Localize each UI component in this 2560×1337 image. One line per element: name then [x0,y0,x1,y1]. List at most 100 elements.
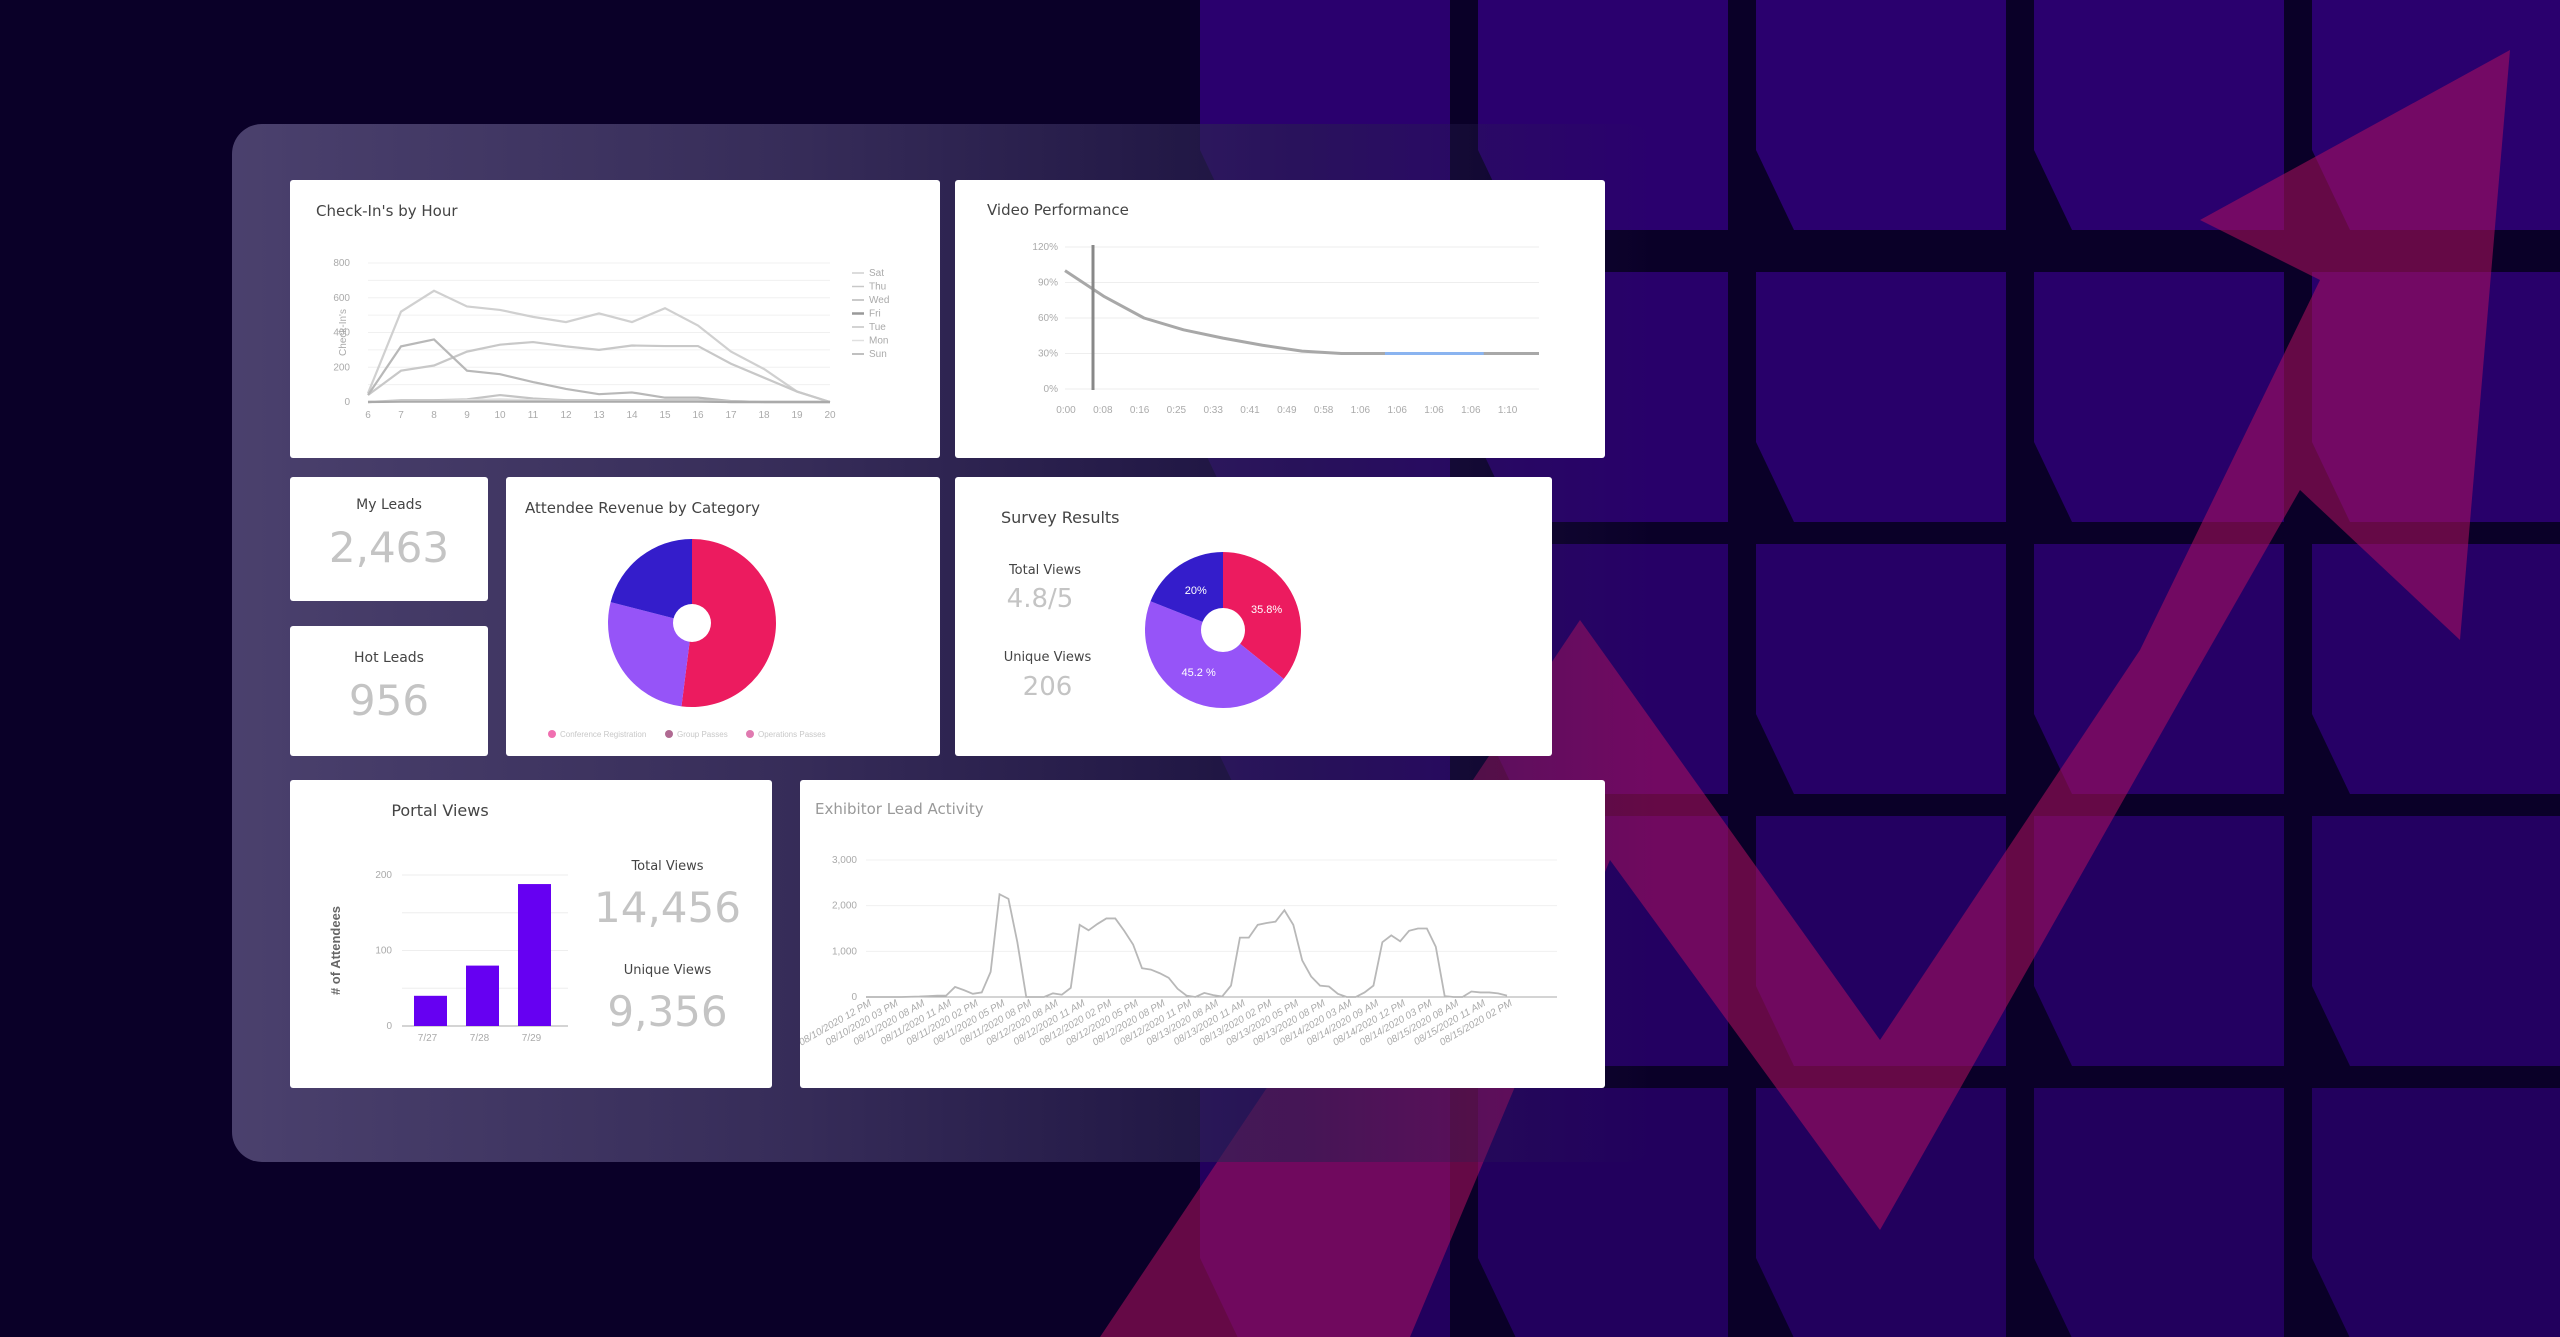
y-tick-label: 600 [333,293,350,304]
x-tick-label: 7 [398,410,404,421]
background-tile [2312,1088,2560,1337]
survey-slice-label: 45.2 % [1182,667,1216,679]
x-tick-label: 13 [593,410,605,421]
revenue-title: Attendee Revenue by Category [525,499,761,517]
y-tick-label: 0 [386,1021,392,1032]
survey-slice-label: 20% [1185,585,1207,597]
x-tick-label: 1:06 [1424,405,1444,416]
video-title: Video Performance [987,201,1129,219]
x-tick-label: 1:06 [1351,405,1371,416]
x-tick-label: 7/27 [418,1033,438,1044]
x-tick-label: 7/28 [470,1033,490,1044]
y-tick-label: 0 [344,397,350,408]
background-tile [1756,0,2006,230]
y-tick-label: 2,000 [832,901,857,912]
legend-label: Group Passes [677,730,728,739]
series-line-thu [367,340,831,404]
survey-title: Survey Results [1001,508,1120,527]
background-tile [1756,272,2006,522]
y-axis-label: # of Attendees [328,906,343,995]
x-tick-label: 11 [528,410,539,421]
video-chart: 0% 30% 60% 90% 120% 0:00 0:08 0:16 0:25 0:33 0:41 0… [1032,242,1539,416]
legend-dot [665,730,673,738]
revenue-card: Attendee Revenue by Category Conference … [506,477,940,756]
x-tick-label: 0:33 [1203,405,1223,416]
x-tick-label: 1:06 [1387,405,1407,416]
revenue-chart: Conference Registration Group Passes Opera… [548,539,826,739]
background-tile [2312,816,2560,1066]
background-tile [2034,1088,2284,1337]
legend-label: Mon [869,336,888,347]
legend-label: Operations Passes [758,730,826,739]
y-tick-label: 30% [1038,349,1058,360]
survey-card: Survey Results Total Views 4.8/5 Unique … [955,477,1552,756]
y-tick-label: 200 [375,870,392,881]
x-tick-label: 9 [464,410,470,421]
checkins-chart: 02004006008006 7 8 9 10 11 12 13 14 15 16 17 18 19 20C… [333,258,889,421]
x-tick-label: 0:08 [1093,405,1113,416]
y-tick-label: 90% [1038,278,1058,289]
y-axis-label: Check-In's [338,309,349,356]
y-tick-label: 120% [1032,242,1058,253]
portal-card: Portal Views Total Views 14,456 Unique V… [290,780,772,1088]
x-tick-label: 1:06 [1461,405,1481,416]
x-tick-label: 19 [791,410,803,421]
y-tick-label: 0 [851,992,857,1003]
portal-title: Portal Views [391,801,489,820]
series-line-sat [366,289,831,404]
x-tick-label: 14 [626,410,638,421]
y-tick-label: 200 [333,362,350,373]
y-tick-label: 800 [333,258,350,269]
x-tick-label: 1:10 [1498,405,1518,416]
y-tick-label: 0% [1044,384,1059,395]
exhibitor-chart: 01,0002,0003,00008/10/2020 12 PM08/10/20… [800,855,1557,1048]
legend-label: Tue [869,322,886,333]
revenue-hole [673,604,711,642]
x-tick-label: 12 [560,410,572,421]
exhibitor-card: Exhibitor Lead Activity 0 1,000 2,000 3,000… [800,780,1605,1088]
exhibitor-title: Exhibitor Lead Activity [815,800,984,818]
portal-chart: 0 100 200 7/27 7/28 7/29 # of Attendees [328,870,568,1044]
x-tick-label: 15 [659,410,671,421]
x-tick-label: 17 [725,410,737,421]
y-tick-label: 60% [1038,313,1058,324]
x-tick-label: 8 [431,410,437,421]
checkins-title: Check-In's by Hour [316,202,458,220]
portal-total-views-value: 14,456 [594,883,741,932]
legend-label: Thu [869,282,886,293]
legend-dot [548,730,556,738]
survey-unique-views-label: Unique Views [1003,650,1092,665]
legend-label: Conference Registration [560,730,646,739]
bar-7/27 [414,995,447,1026]
legend-label: Wed [869,295,889,306]
x-tick-label: 0:16 [1130,405,1150,416]
x-tick-label: 20 [824,410,836,421]
survey-unique-views-value: 206 [1022,672,1073,702]
x-tick-label: 0:41 [1240,405,1260,416]
survey-total-views-label: Total Views [1008,563,1082,578]
x-tick-label: 0:58 [1314,405,1334,416]
x-tick-label: 0:25 [1167,405,1187,416]
legend-label: Sat [869,268,884,279]
hot-leads-value: 956 [348,676,430,725]
x-tick-label: 18 [758,410,770,421]
leads-line [866,892,1508,998]
y-tick-label: 1,000 [832,946,857,957]
x-tick-label: 0:49 [1277,405,1297,416]
survey-hole [1201,608,1245,652]
y-tick-label: 3,000 [832,855,857,866]
x-tick-label: 7/29 [522,1033,542,1044]
x-tick-label: 0:00 [1056,405,1076,416]
x-tick-label: 10 [494,410,506,421]
hot-leads-card: Hot Leads 956 [290,626,488,756]
bar-7/29 [518,884,551,1026]
legend-dot [746,730,754,738]
retention-line [1064,269,1539,355]
bar-7/28 [466,965,499,1026]
my-leads-label: My Leads [356,497,422,513]
video-card: Video Performance 0% 30% 60% 90% 120% 0:00 0:0… [955,180,1605,458]
portal-unique-views-value: 9,356 [607,987,728,1036]
portal-unique-views-label: Unique Views [623,963,712,978]
checkins-card: Check-In's by Hour 0 200 400 600 800 6 7 8 9 10 11… [290,180,940,458]
x-tick-label: 6 [365,410,371,421]
